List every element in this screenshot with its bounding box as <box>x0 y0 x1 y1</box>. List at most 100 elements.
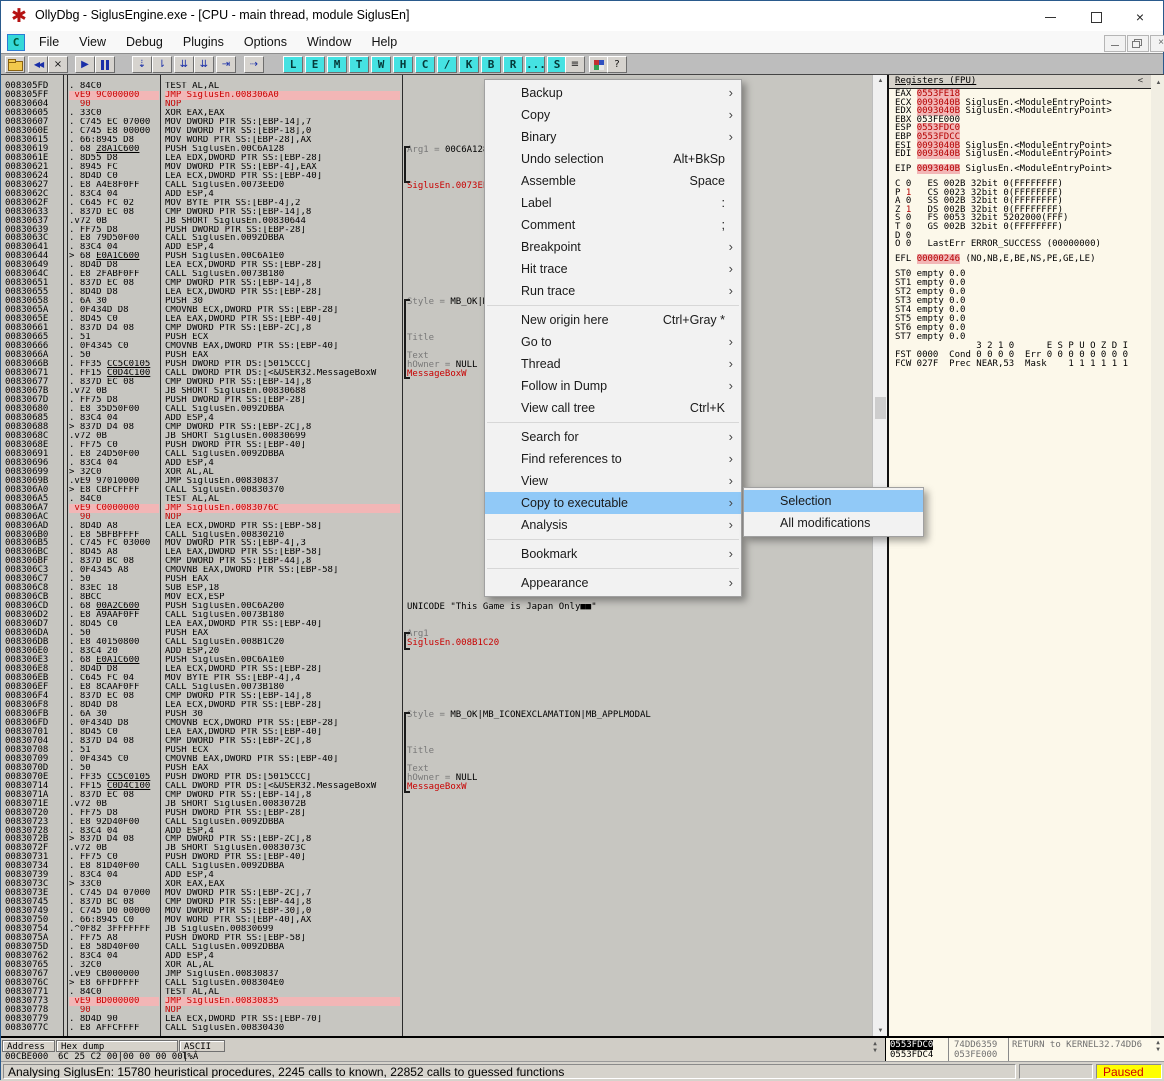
stack-row[interactable]: 0553FDC4053FE000 <box>886 1050 1164 1060</box>
scrollbar-thumb[interactable] <box>875 397 886 419</box>
execute-till-return-button[interactable]: ⇥ <box>216 56 236 73</box>
mdi-close-button[interactable]: × <box>1150 35 1164 52</box>
dump-header-address[interactable]: Address <box>2 1040 55 1052</box>
animate-into-button[interactable]: ⇊ <box>174 56 194 73</box>
stack-row[interactable]: 0553FDC074DD6359RETURN to KERNEL32.74DD6 <box>886 1040 1164 1050</box>
disasm-row[interactable]: 0083071A. 837D EC 08CMP DWORD PTR SS:[EB… <box>1 791 872 800</box>
disasm-row[interactable]: 0083072F.v72 0BJB SHORT SiglusEn.0083073… <box>1 844 872 853</box>
title-bar[interactable]: ✱ OllyDbg - SiglusEngine.exe - [CPU - ma… <box>1 1 1163 32</box>
disasm-row[interactable]: 0083075D. E8 58D40F00CALL SiglusEn.0092D… <box>1 943 872 952</box>
context-menu-item-analysis[interactable]: Analysis› <box>485 514 741 536</box>
view-cpu-button[interactable]: C <box>415 56 435 73</box>
context-menu-item-search-for[interactable]: Search for› <box>485 426 741 448</box>
disasm-row[interactable]: 008306F4. 837D EC 08CMP DWORD PTR SS:[EB… <box>1 692 872 701</box>
disasm-row[interactable]: 00830720. FF75 D8PUSH DWORD PTR SS:[EBP-… <box>1 809 872 818</box>
scroll-up-icon[interactable]: ▲ <box>873 78 888 84</box>
context-menu-item-follow-in-dump[interactable]: Follow in Dump› <box>485 375 741 397</box>
pause-button[interactable] <box>95 56 115 73</box>
go-to-address-button[interactable]: ⇢ <box>244 56 264 73</box>
submenu-item-selection[interactable]: Selection <box>744 490 923 512</box>
disasm-row[interactable]: 00830754.^0F82 3FFFFFFFJB SiglusEn.00830… <box>1 925 872 934</box>
mdi-minimize-button[interactable] <box>1104 35 1126 52</box>
registers-scrollbar[interactable]: ▲ <box>1151 75 1164 1037</box>
disasm-row[interactable]: 00830731. FF75 C0PUSH DWORD PTR SS:[EBP-… <box>1 853 872 862</box>
disasm-row[interactable]: 00830749. C745 D0 00000MOV DWORD PTR SS:… <box>1 907 872 916</box>
disasm-row[interactable]: 008306D7. 8D45 C0LEA EAX,DWORD PTR SS:[E… <box>1 620 872 629</box>
disasm-row[interactable]: 00830723. E8 92D40F00CALL SiglusEn.0092D… <box>1 818 872 827</box>
cpu-window-icon[interactable]: C <box>7 34 25 51</box>
disasm-row[interactable]: 00830701. 8D45 C0LEA EAX,DWORD PTR SS:[E… <box>1 728 872 737</box>
dump-header-ascii[interactable]: ASCII <box>179 1040 225 1052</box>
context-menu-item-hit-trace[interactable]: Hit trace› <box>485 258 741 280</box>
context-menu-item-label[interactable]: Label: <box>485 192 741 214</box>
context-menu-item-copy-to-executable[interactable]: Copy to executable› <box>485 492 741 514</box>
context-menu-item-go-to[interactable]: Go to› <box>485 331 741 353</box>
view-handles-button[interactable]: H <box>393 56 413 73</box>
restart-button[interactable]: ◀◀ <box>28 56 48 73</box>
mdi-restore-button[interactable] <box>1127 35 1149 52</box>
submenu-item-all-modifications[interactable]: All modifications <box>744 512 923 534</box>
view-run-trace-button[interactable]: ... <box>525 56 545 73</box>
menu-plugins[interactable]: Plugins <box>173 31 234 53</box>
disasm-row[interactable]: 008306E3. 68 E0A1C600PUSH SiglusEn.00C6A… <box>1 656 872 665</box>
menu-help[interactable]: Help <box>361 31 407 53</box>
step-into-button[interactable]: ⇣ <box>132 56 152 73</box>
context-menu-item-thread[interactable]: Thread› <box>485 353 741 375</box>
disasm-row[interactable]: 0083077C. E8 AFFCFFFFCALL SiglusEn.00830… <box>1 1024 872 1033</box>
disasm-row[interactable]: 00830765. 32C0XOR AL,AL <box>1 961 872 970</box>
dump-row[interactable]: 00CBE000 6C 25 C2 00|00 00 00 00| l%Â <box>1 1053 861 1061</box>
scroll-up-icon[interactable]: ▲ <box>1151 80 1164 86</box>
disasm-row[interactable]: 00830771. 84C0TEST AL,AL <box>1 988 872 997</box>
disasm-row[interactable]: 0083073C> 33C0XOR EAX,EAX <box>1 880 872 889</box>
view-executables-button[interactable]: E <box>305 56 325 73</box>
view-call-stack-button[interactable]: K <box>459 56 479 73</box>
menu-debug[interactable]: Debug <box>116 31 173 53</box>
disasm-row[interactable]: 008306F8. 8D4D D8LEA ECX,DWORD PTR SS:[E… <box>1 701 872 710</box>
disasm-row[interactable]: 00830773 vE9 BD000000JMP SiglusEn.008308… <box>1 997 872 1006</box>
view-memory-button[interactable]: M <box>327 56 347 73</box>
view-windows-button[interactable]: W <box>371 56 391 73</box>
disasm-row[interactable]: 0083076C> E8 6FFDFFFFCALL SiglusEn.00830… <box>1 979 872 988</box>
appearance-button[interactable] <box>589 56 609 73</box>
context-menu-item-undo-selection[interactable]: Undo selectionAlt+BkSp <box>485 148 741 170</box>
disasm-row[interactable]: 00830728. 83C4 04ADD ESP,4 <box>1 827 872 836</box>
disasm-row[interactable]: 00830767.vE9 CB000000JMP SiglusEn.008308… <box>1 970 872 979</box>
help-button[interactable]: ? <box>607 56 627 73</box>
view-log-button[interactable]: L <box>283 56 303 73</box>
context-menu-item-assemble[interactable]: AssembleSpace <box>485 170 741 192</box>
context-menu-item-binary[interactable]: Binary› <box>485 126 741 148</box>
disasm-row[interactable]: 008306EF. E8 8CAAF0FFCALL SiglusEn.0073B… <box>1 683 872 692</box>
scroll-down-icon[interactable]: ▼ <box>873 1028 888 1034</box>
menu-window[interactable]: Window <box>297 31 361 53</box>
registers-panel[interactable]: Registers (FPU) < EAX 0553FE18ECX 009304… <box>887 75 1151 1037</box>
disasm-row[interactable]: 008306FD. 0F434D D8CMOVNB ECX,DWORD PTR … <box>1 719 872 728</box>
context-menu-item-run-trace[interactable]: Run trace› <box>485 280 741 302</box>
disasm-row[interactable]: 0083072B> 837D D4 08CMP DWORD PTR SS:[EB… <box>1 835 872 844</box>
disasm-row[interactable]: 008306D2. E8 A9AAF0FFCALL SiglusEn.0073B… <box>1 611 872 620</box>
close-process-button[interactable]: × <box>48 56 68 73</box>
open-file-button[interactable] <box>5 56 25 73</box>
context-menu-item-find-references-to[interactable]: Find references to› <box>485 448 741 470</box>
disasm-row[interactable]: 008306EB. C645 FC 04MOV BYTE PTR SS:[EBP… <box>1 674 872 683</box>
disasm-row[interactable]: 0083073E. C745 D4 07000MOV DWORD PTR SS:… <box>1 889 872 898</box>
view-threads-button[interactable]: T <box>349 56 369 73</box>
animate-over-button[interactable]: ⇊ <box>194 56 214 73</box>
disasm-row[interactable]: 008306E8. 8D4D D8LEA ECX,DWORD PTR SS:[E… <box>1 665 872 674</box>
dump-scroll-arrows[interactable]: ▲▼ <box>867 1040 883 1054</box>
stack-pane[interactable]: ▲▼ 0553FDC074DD6359RETURN to KERNEL32.74… <box>885 1038 1164 1061</box>
context-menu-item-copy[interactable]: Copy› <box>485 104 741 126</box>
disasm-row[interactable]: 00830778 90NOP <box>1 1006 872 1015</box>
maximize-button[interactable] <box>1081 9 1111 25</box>
disasm-row[interactable]: 00830709. 0F4345 C0CMOVNB EAX,DWORD PTR … <box>1 755 872 764</box>
menu-file[interactable]: File <box>29 31 69 53</box>
view-patches-button[interactable]: / <box>437 56 457 73</box>
disasm-row[interactable]: 008306E0. 83C4 20ADD ESP,20 <box>1 647 872 656</box>
context-menu-item-new-origin-here[interactable]: New origin hereCtrl+Gray * <box>485 309 741 331</box>
disasm-row[interactable]: 00830745. 837D BC 08CMP DWORD PTR SS:[EB… <box>1 898 872 907</box>
context-menu-item-bookmark[interactable]: Bookmark› <box>485 543 741 565</box>
disasm-row[interactable]: 0083071E.v72 0BJB SHORT SiglusEn.0083072… <box>1 800 872 809</box>
step-over-button[interactable]: ⇂ <box>152 56 172 73</box>
view-breakpoints-button[interactable]: B <box>481 56 501 73</box>
disasm-row[interactable]: 00830704. 837D D4 08CMP DWORD PTR SS:[EB… <box>1 737 872 746</box>
minimize-button[interactable] <box>1035 9 1065 25</box>
